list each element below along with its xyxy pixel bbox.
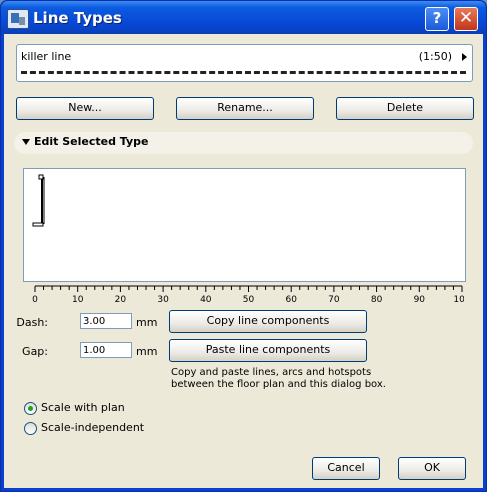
delete-button[interactable]: Delete [336,97,474,120]
ruler-label: 60 [285,295,297,303]
line-type-selector[interactable]: killer line (1:50) [16,44,473,82]
dialog-body: killer line (1:50) New... Rename... Dele… [4,34,483,488]
line-types-dialog: Line Types ? ✕ killer line (1:50) New...… [0,0,487,492]
rename-button[interactable]: Rename... [176,97,314,120]
dash-label: Dash: [16,316,48,329]
copy-paste-note: Copy and paste lines, arcs and hotspots … [171,367,386,390]
ruler-label: 70 [328,295,340,303]
dash-input[interactable]: 3.00 [80,313,132,329]
close-button[interactable]: ✕ [454,7,478,31]
section-title: Edit Selected Type [34,135,149,148]
line-type-name: killer line [21,50,72,63]
line-editor-canvas[interactable] [23,168,466,282]
scale-independent-label[interactable]: Scale-independent [41,421,144,434]
chevron-right-icon[interactable] [462,53,467,61]
scale-with-plan-radio[interactable] [24,402,37,415]
title-bar[interactable]: Line Types ? ✕ [1,1,486,34]
ruler-label: 10 [72,295,84,303]
ruler-label: 50 [243,295,255,303]
ruler-label: 100 [453,295,464,303]
ruler-label: 40 [200,295,212,303]
ok-button[interactable]: OK [398,457,466,480]
scale-independent-radio[interactable] [24,422,37,435]
scale-with-plan-label[interactable]: Scale with plan [41,401,125,414]
paste-line-components-button[interactable]: Paste line components [169,339,367,362]
app-icon [7,9,29,29]
ruler-label: 0 [32,295,38,303]
line-type-preview [21,71,466,74]
ruler-label: 90 [414,295,426,303]
line-component-drawing [32,174,45,227]
dialog-title: Line Types [33,9,122,27]
gap-input[interactable]: 1.00 [80,342,132,358]
ruler-label: 30 [157,295,169,303]
ruler: 0 10 20 30 40 50 60 70 80 90 100 [30,285,471,305]
help-button[interactable]: ? [425,7,449,31]
dash-unit: mm [136,316,158,329]
gap-unit: mm [136,345,158,358]
triangle-down-icon[interactable] [22,139,30,145]
copy-line-components-button[interactable]: Copy line components [169,310,367,333]
line-type-scale: (1:50) [418,50,452,63]
ruler-scale: 0 10 20 30 40 50 60 70 80 90 100 [32,285,471,305]
cancel-button[interactable]: Cancel [312,457,380,480]
ruler-label: 20 [115,295,127,303]
new-button[interactable]: New... [16,97,154,120]
ruler-label: 80 [371,295,383,303]
gap-label: Gap: [22,345,48,358]
